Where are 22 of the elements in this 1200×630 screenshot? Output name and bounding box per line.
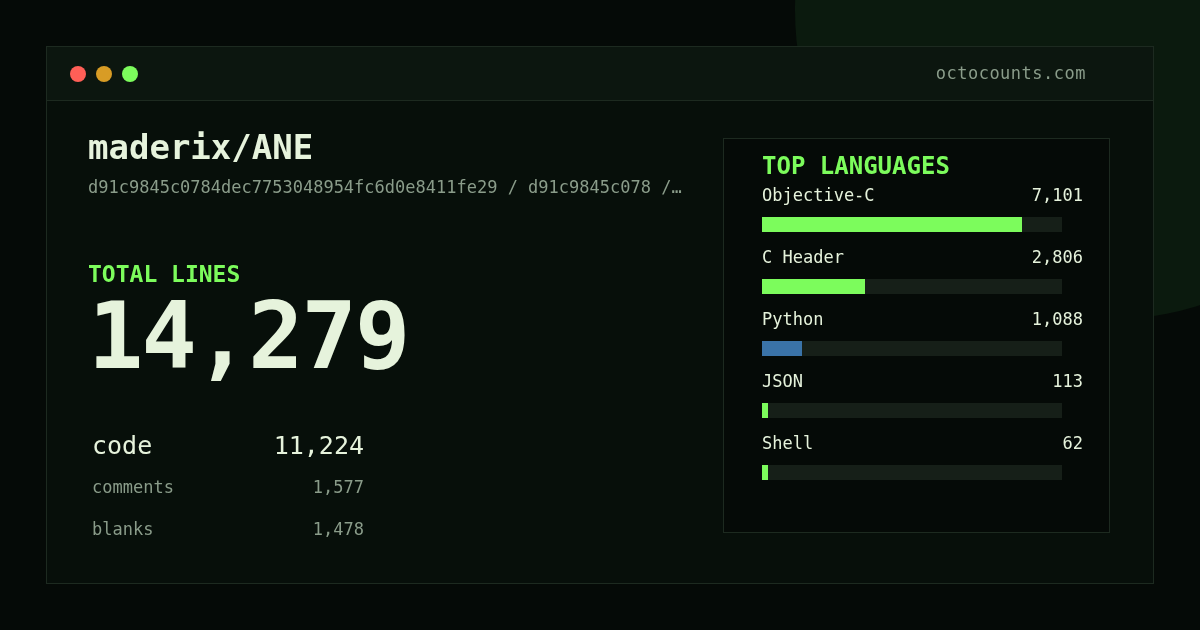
language-count: 7,101 bbox=[1031, 184, 1083, 207]
language-count: 1,088 bbox=[1031, 308, 1083, 331]
total-lines-value: 14,279 bbox=[88, 288, 410, 385]
domain-text: octocounts.com bbox=[935, 61, 1086, 85]
language-name: JSON bbox=[762, 370, 803, 393]
language-name: Python bbox=[762, 308, 824, 331]
stat-value: 1,478 bbox=[312, 517, 364, 541]
stat-value: 11,224 bbox=[273, 429, 364, 462]
commit-refs: d91c9845c0784dec7753048954fc6d0e8411fe29 / d91c9845c078 /… bbox=[88, 176, 683, 199]
stat-label: comments bbox=[92, 475, 174, 499]
language-count: 113 bbox=[1052, 370, 1083, 393]
total-lines-label: TOTAL LINES bbox=[88, 259, 242, 289]
language-count: 62 bbox=[1062, 432, 1083, 455]
stat-label: code bbox=[92, 429, 153, 462]
language-count: 2,806 bbox=[1031, 246, 1083, 269]
stat-value: 1,577 bbox=[312, 475, 364, 499]
panel-title: TOP LANGUAGES bbox=[762, 151, 951, 181]
language-name: Objective-C bbox=[762, 184, 875, 207]
repo-title: maderix/ANE bbox=[88, 126, 315, 169]
language-name: Shell bbox=[762, 432, 814, 455]
stat-label: blanks bbox=[92, 517, 154, 541]
language-name: C Header bbox=[762, 246, 844, 269]
